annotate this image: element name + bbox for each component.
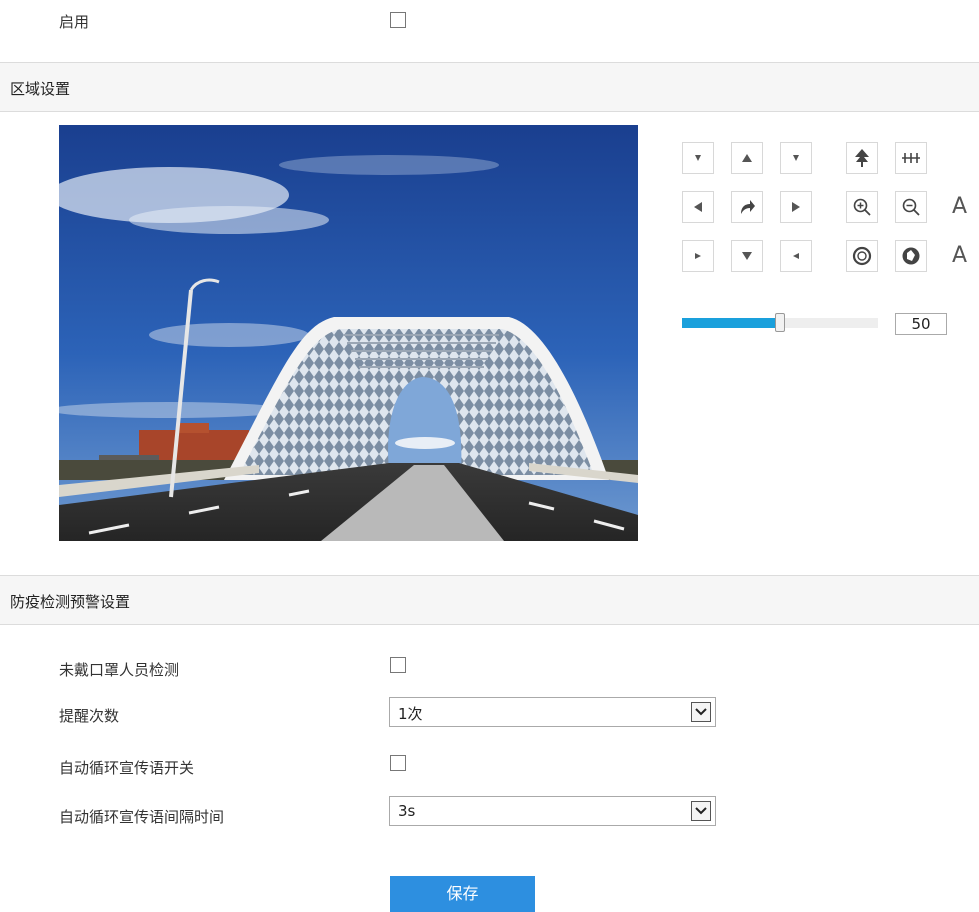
arrow-up-right-icon	[793, 155, 799, 161]
ptz-left-button[interactable]	[682, 191, 714, 223]
ptz-down-right-button[interactable]	[780, 240, 812, 272]
chevron-down-icon	[691, 702, 711, 722]
wiper-button[interactable]	[846, 142, 878, 174]
detection-section-title: 防疫检测预警设置	[10, 593, 131, 611]
reminder-count-value: 1次	[398, 705, 423, 723]
zoom-in-button[interactable]	[846, 191, 878, 223]
auto-loop-label: 自动循环宣传语开关	[59, 759, 195, 777]
arrow-left-icon	[694, 202, 702, 212]
reminder-count-label: 提醒次数	[59, 707, 120, 725]
zoom-in-icon	[853, 198, 871, 216]
light-icon	[902, 153, 920, 163]
auto-loop-interval-label: 自动循环宣传语间隔时间	[59, 808, 225, 826]
iris-close-icon	[902, 247, 920, 265]
arrow-down-left-icon	[695, 253, 701, 259]
auto-loop-checkbox[interactable]	[390, 755, 406, 771]
chevron-down-icon	[691, 801, 711, 821]
ptz-up-button[interactable]	[731, 142, 763, 174]
detection-section-header: 防疫检测预警设置	[0, 575, 979, 625]
arrow-right-icon	[792, 202, 800, 212]
reminder-count-select[interactable]: 1次	[389, 697, 716, 727]
auto-loop-interval-value: 3s	[398, 802, 416, 820]
ptz-up-left-button[interactable]	[682, 142, 714, 174]
mask-detect-checkbox[interactable]	[390, 657, 406, 673]
arrow-up-left-icon	[695, 155, 701, 161]
zoom-out-button[interactable]	[895, 191, 927, 223]
light-button[interactable]	[895, 142, 927, 174]
ptz-auto-rotate-button[interactable]	[731, 191, 763, 223]
region-section-header: 区域设置	[0, 62, 979, 112]
auto-loop-interval-select[interactable]: 3s	[389, 796, 716, 826]
ptz-down-button[interactable]	[731, 240, 763, 272]
region-section-title: 区域设置	[10, 80, 71, 98]
zoom-out-icon	[902, 198, 920, 216]
auto-focus-button[interactable]: A	[952, 194, 967, 219]
camera-preview-image	[59, 125, 638, 541]
iris-open-icon	[852, 246, 872, 266]
ptz-right-button[interactable]	[780, 191, 812, 223]
ptz-speed-slider-handle[interactable]	[775, 313, 785, 332]
ptz-speed-value[interactable]: 50	[895, 313, 947, 335]
enable-checkbox[interactable]	[390, 12, 406, 28]
arrow-up-icon	[742, 154, 752, 162]
save-button[interactable]: 保存	[390, 876, 535, 912]
arrow-down-icon	[742, 252, 752, 260]
mask-detect-label: 未戴口罩人员检测	[59, 661, 180, 679]
enable-label: 启用	[59, 13, 90, 31]
auto-iris-button[interactable]: A	[952, 243, 967, 268]
rotate-icon	[741, 200, 755, 214]
video-preview[interactable]	[59, 125, 638, 541]
iris-close-button[interactable]	[895, 240, 927, 272]
ptz-speed-slider-fill	[682, 318, 780, 328]
iris-open-button[interactable]	[846, 240, 878, 272]
ptz-down-left-button[interactable]	[682, 240, 714, 272]
ptz-speed-slider[interactable]	[682, 313, 878, 332]
tree-icon	[855, 149, 869, 167]
ptz-up-right-button[interactable]	[780, 142, 812, 174]
arrow-down-right-icon	[793, 253, 799, 259]
